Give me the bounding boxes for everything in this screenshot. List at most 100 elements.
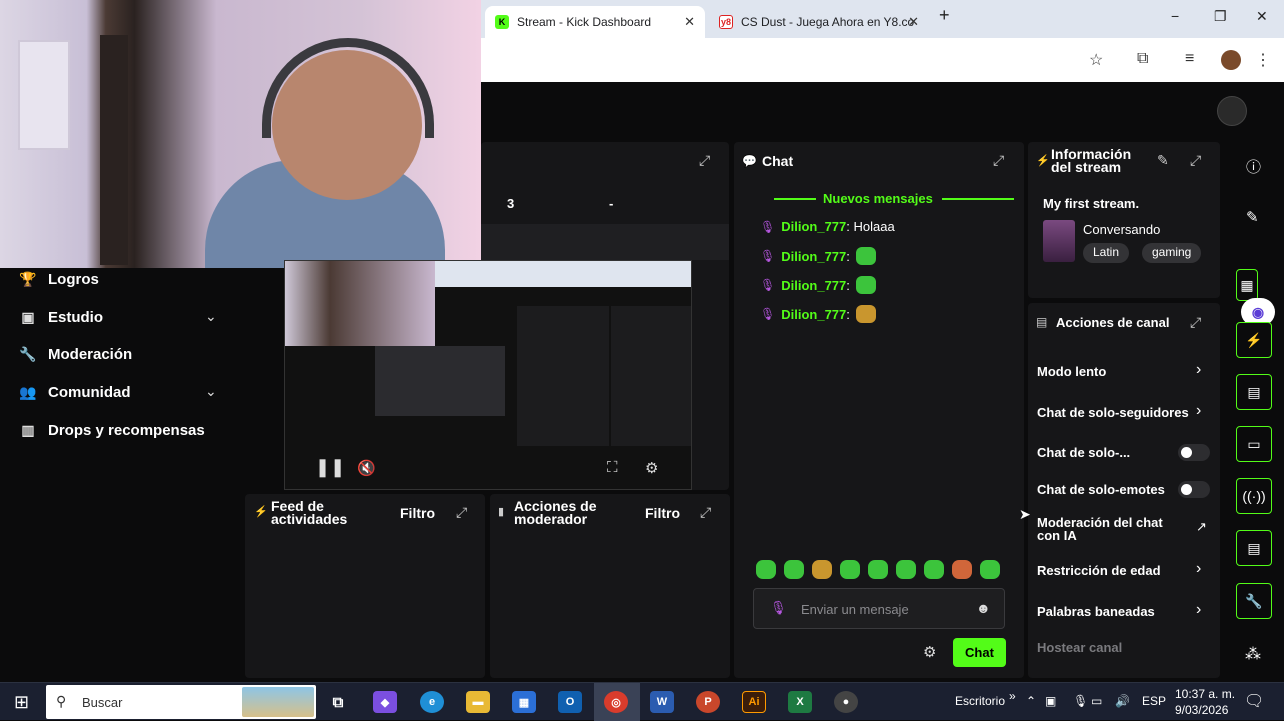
action-banned-words[interactable]: Palabras baneadas [1037,604,1155,619]
chevron-down-icon[interactable]: ⌄ [205,308,217,325]
rail-button-broadcast[interactable]: ((·)) [1236,478,1272,514]
community-icon[interactable]: ⁂ [1245,644,1261,664]
sidebar-item-estudio[interactable]: ▣ Estudio [18,309,103,326]
notifications-icon[interactable]: 🗨 [1244,691,1264,711]
sidebar-item-moderacion[interactable]: 🔧 Moderación [18,346,132,363]
emote-icon[interactable] [756,560,776,579]
chat-settings-icon[interactable]: ⚙ [923,643,936,661]
action-age-restriction[interactable]: Restricción de edad [1037,563,1161,578]
chevron-right-icon[interactable]: › [1196,560,1201,578]
sidebar-item-drops[interactable]: ▥ Drops y recompensas [18,422,204,439]
close-tab-icon[interactable]: ✕ [908,14,919,30]
taskbar-search[interactable]: ⚲ Buscar [46,685,316,719]
filter-button[interactable]: Filtro [400,505,435,521]
rail-button-channel[interactable]: ▤ [1236,530,1272,566]
tab-kick-dashboard[interactable]: K Stream - Kick Dashboard ✕ [485,6,705,38]
rail-button-1[interactable]: ▦ [1236,269,1258,301]
chat-message[interactable]: 🎙 Dilion_777: [760,276,876,294]
expand-icon[interactable]: ⤢ [699,152,710,169]
chevron-right-icon[interactable]: › [1196,402,1201,420]
task-view-icon[interactable]: ⧉ [326,691,350,713]
media-control-icon[interactable]: ≡ [1185,50,1194,68]
chrome-icon[interactable]: ◎ [604,691,628,713]
close-tab-icon[interactable]: ✕ [684,14,695,30]
mute-icon[interactable]: 🔇 [357,459,376,477]
sidebar-item-logros[interactable]: 🏆 Logros [18,271,99,288]
expand-icon[interactable]: ⤢ [456,504,467,521]
stream-tag[interactable]: gaming [1142,243,1202,263]
language-indicator[interactable]: ESP [1142,694,1166,708]
rail-button-bolt[interactable]: ⚡ [1236,322,1272,358]
extensions-icon[interactable]: ⧉ [1137,50,1148,68]
obs-icon[interactable]: ● [834,691,858,713]
chat-username[interactable]: Dilion_777 [781,219,846,234]
windows-start-icon[interactable]: ⊞ [14,692,29,713]
chevron-right-icon[interactable]: › [1196,361,1201,379]
illustrator-icon[interactable]: Ai [742,691,766,713]
expand-icon[interactable]: ⤢ [700,504,711,521]
maximize-button[interactable]: ❐ [1214,8,1227,25]
action-host-channel[interactable]: Hostear canal [1037,640,1122,655]
emotes-only-toggle[interactable] [1178,481,1210,498]
chat-username[interactable]: Dilion_777 [781,307,846,322]
chat-message[interactable]: 🎙 Dilion_777: [760,305,876,323]
emoji-icon[interactable]: ☻ [976,600,991,616]
pause-icon[interactable]: ❚❚ [315,457,345,478]
expand-icon[interactable]: ⤢ [993,152,1004,169]
chevron-down-icon[interactable]: ⌄ [205,383,217,400]
emote-icon[interactable] [812,560,832,579]
rail-button-notes[interactable]: ▤ [1236,374,1272,410]
desktop-label[interactable]: Escritorio [955,694,1005,708]
tray-overflow-icon[interactable]: ⌃ [1026,694,1036,708]
chat-message[interactable]: 🎙 Dilion_777: Holaaa [760,219,895,234]
emote-icon[interactable] [980,560,1000,579]
action-emotes-only[interactable]: Chat de solo-emotes [1037,482,1165,497]
action-followers-only[interactable]: Chat de solo-seguidores [1037,405,1190,420]
emote-icon[interactable] [868,560,888,579]
rail-button-chat[interactable]: ▭ [1236,426,1272,462]
minimize-button[interactable]: − [1171,8,1179,24]
settings-icon[interactable]: ⚙ [645,459,658,477]
chevron-right-icon[interactable]: › [1196,601,1201,619]
excel-icon[interactable]: X [788,691,812,713]
browser-menu-icon[interactable]: ⋮ [1255,50,1271,70]
clock-time[interactable]: 10:37 a. m. [1175,687,1235,701]
info-icon[interactable]: ⓘ [1246,156,1261,177]
bookmark-star-icon[interactable]: ☆ [1089,50,1103,70]
chat-username[interactable]: Dilion_777 [781,278,846,293]
sidebar-item-comunidad[interactable]: 👥 Comunidad [18,384,130,401]
emote-icon[interactable] [896,560,916,579]
stream-tag[interactable]: Latin [1083,243,1130,263]
chat-username[interactable]: Dilion_777 [781,249,846,264]
subs-only-toggle[interactable] [1178,444,1210,461]
file-explorer-icon[interactable]: ▬ [466,691,490,713]
mic-tray-icon[interactable]: 🎙 [1073,694,1088,708]
store-icon[interactable]: ▦ [512,691,536,713]
action-slow-mode[interactable]: Modo lento [1037,364,1106,379]
clock-date[interactable]: 9/03/2026 [1175,703,1228,717]
emote-icon[interactable] [952,560,972,579]
chat-message[interactable]: 🎙 Dilion_777: [760,247,876,265]
action-ai-moderation[interactable]: Moderación del chat con IA [1037,516,1187,542]
emote-icon[interactable] [784,560,804,579]
chevron-double-icon[interactable]: » [1009,689,1016,703]
copilot-icon[interactable]: ◆ [373,691,397,713]
emote-icon[interactable] [924,560,944,579]
edit-pencil-icon[interactable]: ✎ [1246,208,1259,226]
powerpoint-icon[interactable]: P [696,691,720,713]
filter-button[interactable]: Filtro [645,505,680,521]
user-avatar[interactable] [1217,96,1247,126]
edge-icon[interactable]: e [420,691,444,713]
emote-icon[interactable] [840,560,860,579]
stream-category[interactable]: Conversando [1083,222,1160,237]
rail-button-wrench[interactable]: 🔧 [1236,583,1272,619]
outlook-icon[interactable]: O [558,691,582,713]
chat-input[interactable]: 🎙 Enviar un mensaje ☻ [753,588,1005,629]
expand-icon[interactable]: ⤢ [1190,152,1201,169]
external-link-icon[interactable]: ↗ [1196,519,1207,535]
window-close-button[interactable]: ✕ [1256,8,1268,25]
tab-cs-dust[interactable]: y8 CS Dust - Juega Ahora en Y8.co ✕ [709,6,929,38]
fullscreen-icon[interactable]: ⛶ [607,459,618,476]
expand-icon[interactable]: ⤢ [1190,314,1201,331]
edit-pencil-icon[interactable]: ✎ [1157,152,1169,169]
